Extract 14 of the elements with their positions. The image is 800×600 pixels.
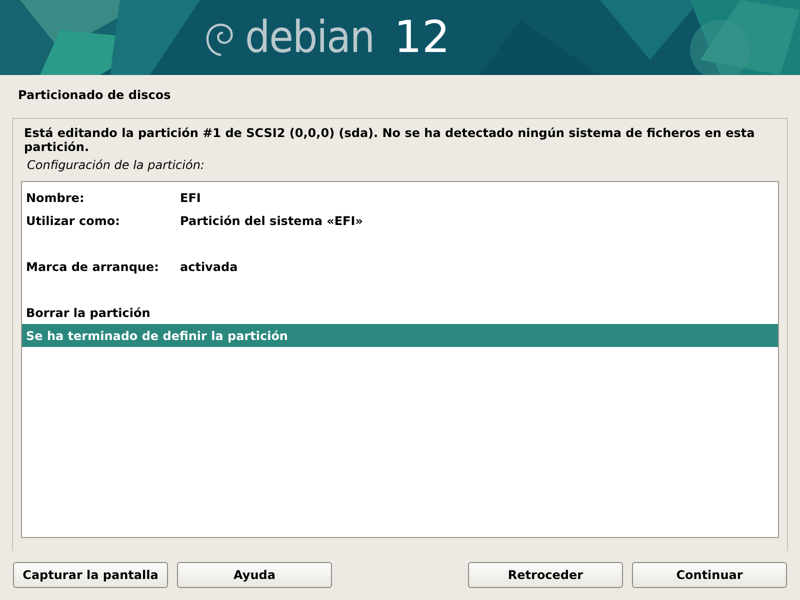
action-button[interactable]: Capturar la pantalla <box>13 562 168 588</box>
description: Está editando la partición #1 de SCSI2 (0,0,0) (sda). No se ha detectado ningún sistema de ficheros en esta partición. <box>23 126 756 154</box>
list-item[interactable]: Se ha terminado de definir la partición <box>22 324 778 347</box>
action-button[interactable]: Ayuda <box>177 562 332 588</box>
action-button[interactable]: Continuar <box>632 562 787 588</box>
list-item[interactable]: Borrar la partición <box>22 301 778 324</box>
action-button[interactable]: Retroceder <box>468 562 623 588</box>
logo-word: debian <box>245 16 374 60</box>
list-label: Configuración de la partición: <box>26 157 206 174</box>
list-item[interactable]: Marca de arranque: activada <box>22 255 778 278</box>
list-item[interactable]: Utilizar como: Partición del sistema «EFI» <box>22 209 778 232</box>
page-title: Particionado de discos <box>17 87 172 104</box>
logo-version: 12 <box>394 16 450 60</box>
list-item[interactable]: Nombre: EFI <box>22 186 778 209</box>
